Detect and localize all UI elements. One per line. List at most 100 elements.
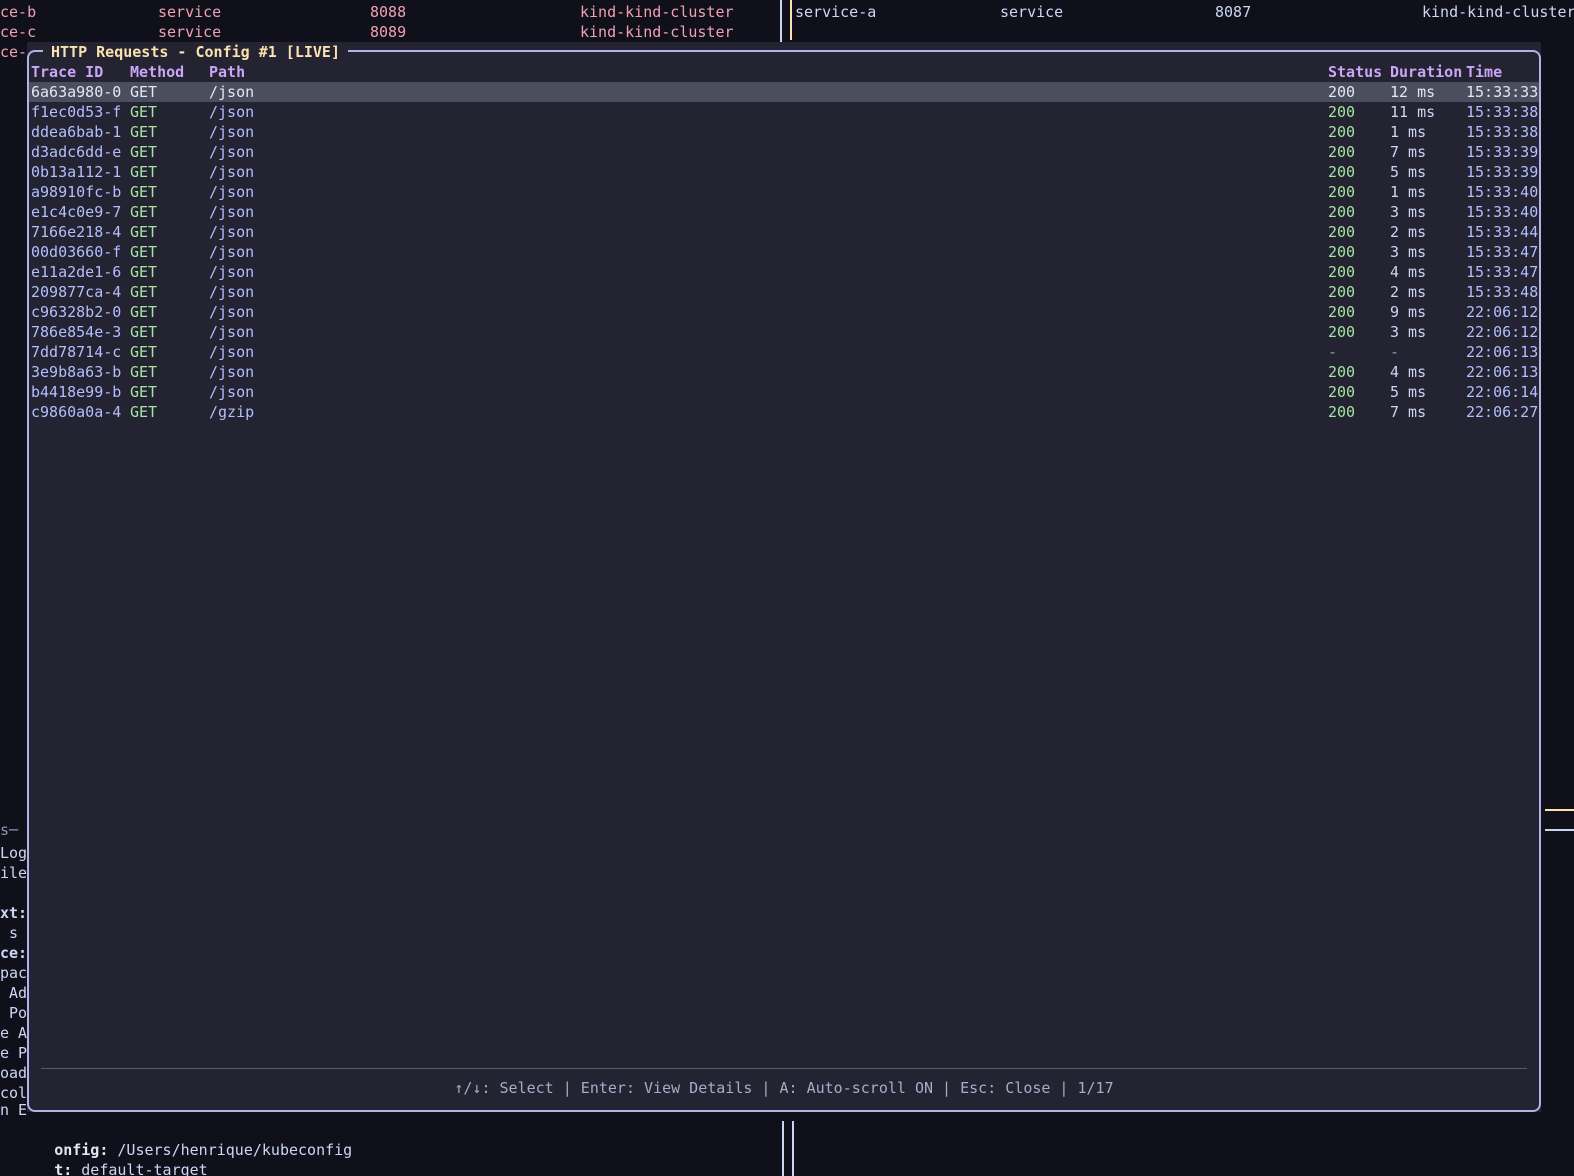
column-header-time: Time bbox=[1466, 63, 1503, 81]
method-cell: GET bbox=[130, 323, 158, 341]
request-row[interactable]: 6a63a980-0 GET/json 200 12 ms 15:33:33 bbox=[29, 82, 1539, 102]
duration-cell: 2 ms bbox=[1390, 283, 1427, 301]
status-cell: 200 bbox=[1328, 143, 1356, 161]
trace-id-cell: 209877ca-4 bbox=[31, 283, 122, 301]
duration-cell: 4 ms bbox=[1390, 263, 1427, 281]
status-cell: 200 bbox=[1328, 403, 1356, 421]
column-header-path: Path bbox=[209, 63, 246, 81]
path-cell: /json bbox=[209, 263, 255, 281]
request-row[interactable]: c96328b2-0 GET/json 200 9 ms 22:06:12 bbox=[29, 302, 1539, 322]
trace-id-cell: 00d03660-f bbox=[31, 243, 122, 261]
duration-cell: 11 ms bbox=[1390, 103, 1436, 121]
status-cell: 200 bbox=[1328, 383, 1356, 401]
status-cell: 200 bbox=[1328, 103, 1356, 121]
request-row[interactable]: a98910fc-b GET/json 200 1 ms 15:33:40 bbox=[29, 182, 1539, 202]
method-cell: GET bbox=[130, 343, 158, 361]
status-cell: 200 bbox=[1328, 243, 1356, 261]
path-cell: /json bbox=[209, 223, 255, 241]
trace-id-cell: ddea6bab-1 bbox=[31, 123, 122, 141]
time-cell: 15:33:38 bbox=[1466, 103, 1539, 121]
request-row[interactable]: f1ec0d53-f GET/json 200 11 ms 15:33:38 bbox=[29, 102, 1539, 122]
request-row[interactable]: 00d03660-f GET/json 200 3 ms 15:33:47 bbox=[29, 242, 1539, 262]
request-row[interactable]: 209877ca-4 GET/json 200 2 ms 15:33:48 bbox=[29, 282, 1539, 302]
requests-table-header: Trace ID Method Path Status Duration Time bbox=[29, 62, 1539, 82]
time-cell: 15:33:38 bbox=[1466, 123, 1539, 141]
duration-cell: 12 ms bbox=[1390, 83, 1436, 101]
panel-divider-bottom-1 bbox=[782, 1121, 784, 1176]
status-cell: 200 bbox=[1328, 183, 1356, 201]
duration-cell: 3 ms bbox=[1390, 243, 1427, 261]
service-cell: 8087 bbox=[1215, 3, 1252, 21]
trace-id-cell: 7166e218-4 bbox=[31, 223, 122, 241]
request-row[interactable]: d3adc6dd-e GET/json 200 7 ms 15:33:39 bbox=[29, 142, 1539, 162]
method-cell: GET bbox=[130, 363, 158, 381]
method-cell: GET bbox=[130, 383, 158, 401]
time-cell: 22:06:12 bbox=[1466, 323, 1539, 341]
request-row[interactable]: c9860a0a-4 GET/gzip 200 7 ms 22:06:27 bbox=[29, 402, 1539, 422]
time-cell: 22:06:14 bbox=[1466, 383, 1539, 401]
clipped-text-fragment: oad bbox=[0, 1064, 28, 1082]
method-cell: GET bbox=[130, 163, 158, 181]
footer-separator bbox=[41, 1068, 1527, 1069]
duration-cell: 2 ms bbox=[1390, 223, 1427, 241]
path-cell: /json bbox=[209, 283, 255, 301]
request-row[interactable]: 7166e218-4 GET/json 200 2 ms 15:33:44 bbox=[29, 222, 1539, 242]
method-cell: GET bbox=[130, 283, 158, 301]
duration-cell: 1 ms bbox=[1390, 183, 1427, 201]
request-row[interactable]: b4418e99-b GET/json 200 5 ms 22:06:14 bbox=[29, 382, 1539, 402]
service-cell: kind-kind-cluster bbox=[1422, 3, 1574, 21]
method-cell: GET bbox=[130, 123, 158, 141]
request-row[interactable]: e11a2de1-6 GET/json 200 4 ms 15:33:47 bbox=[29, 262, 1539, 282]
path-cell: /json bbox=[209, 183, 255, 201]
trace-id-cell: a98910fc-b bbox=[31, 183, 122, 201]
trace-id-cell: 0b13a112-1 bbox=[31, 163, 122, 181]
request-row[interactable]: ddea6bab-1 GET/json 200 1 ms 15:33:38 bbox=[29, 122, 1539, 142]
flag-line: s: true bbox=[0, 1160, 117, 1176]
time-cell: 15:33:40 bbox=[1466, 183, 1539, 201]
duration-cell: 3 ms bbox=[1390, 323, 1427, 341]
column-header-status: Status bbox=[1328, 63, 1383, 81]
request-row[interactable]: 7dd78714-c GET/json - - 22:06:13 bbox=[29, 342, 1539, 362]
time-cell: 15:33:40 bbox=[1466, 203, 1539, 221]
request-row[interactable]: 0b13a112-1 GET/json 200 5 ms 15:33:39 bbox=[29, 162, 1539, 182]
path-cell: /json bbox=[209, 383, 255, 401]
path-cell: /json bbox=[209, 203, 255, 221]
method-cell: GET bbox=[130, 203, 158, 221]
service-row-selected[interactable]: service-a service 8087 kind-kind-cluster bbox=[0, 2, 1574, 22]
modal-title: HTTP Requests - Config #1 [LIVE] bbox=[43, 42, 348, 62]
status-cell: 200 bbox=[1328, 123, 1356, 141]
duration-cell: 5 ms bbox=[1390, 383, 1427, 401]
request-row[interactable]: e1c4c0e9-7 GET/json 200 3 ms 15:33:40 bbox=[29, 202, 1539, 222]
service-cell: service-a bbox=[795, 3, 877, 21]
status-cell: 200 bbox=[1328, 163, 1356, 181]
time-cell: 22:06:13 bbox=[1466, 343, 1539, 361]
column-header-method: Method bbox=[130, 63, 185, 81]
method-cell: GET bbox=[130, 243, 158, 261]
trace-id-cell: 786e854e-3 bbox=[31, 323, 122, 341]
modal-footer-help: ↑/↓: Select | Enter: View Details | A: A… bbox=[454, 1079, 1114, 1097]
status-cell: 200 bbox=[1328, 283, 1356, 301]
request-row[interactable]: 3e9b8a63-b GET/json 200 4 ms 22:06:13 bbox=[29, 362, 1539, 382]
path-cell: /json bbox=[209, 243, 255, 261]
method-cell: GET bbox=[130, 103, 158, 121]
request-row[interactable]: 786e854e-3 GET/json 200 3 ms 22:06:12 bbox=[29, 322, 1539, 342]
duration-cell: 4 ms bbox=[1390, 363, 1427, 381]
duration-cell: 5 ms bbox=[1390, 163, 1427, 181]
method-cell: GET bbox=[130, 143, 158, 161]
path-cell: /json bbox=[209, 303, 255, 321]
service-cell: ce- bbox=[0, 43, 28, 61]
duration-cell: 7 ms bbox=[1390, 403, 1427, 421]
path-cell: /json bbox=[209, 163, 255, 181]
clipped-text-fragment: e P bbox=[0, 1044, 28, 1062]
status-cell: 200 bbox=[1328, 363, 1356, 381]
column-header-duration: Duration bbox=[1390, 63, 1463, 81]
path-cell: /json bbox=[209, 343, 255, 361]
duration-cell: 9 ms bbox=[1390, 303, 1427, 321]
time-cell: 15:33:47 bbox=[1466, 243, 1539, 261]
trace-id-cell: 7dd78714-c bbox=[31, 343, 122, 361]
status-cell: 200 bbox=[1328, 203, 1356, 221]
path-cell: /json bbox=[209, 323, 255, 341]
services-table-right: service-a service 8087 kind-kind-cluster bbox=[0, 0, 1574, 42]
path-cell: /json bbox=[209, 363, 255, 381]
time-cell: 22:06:13 bbox=[1466, 363, 1539, 381]
